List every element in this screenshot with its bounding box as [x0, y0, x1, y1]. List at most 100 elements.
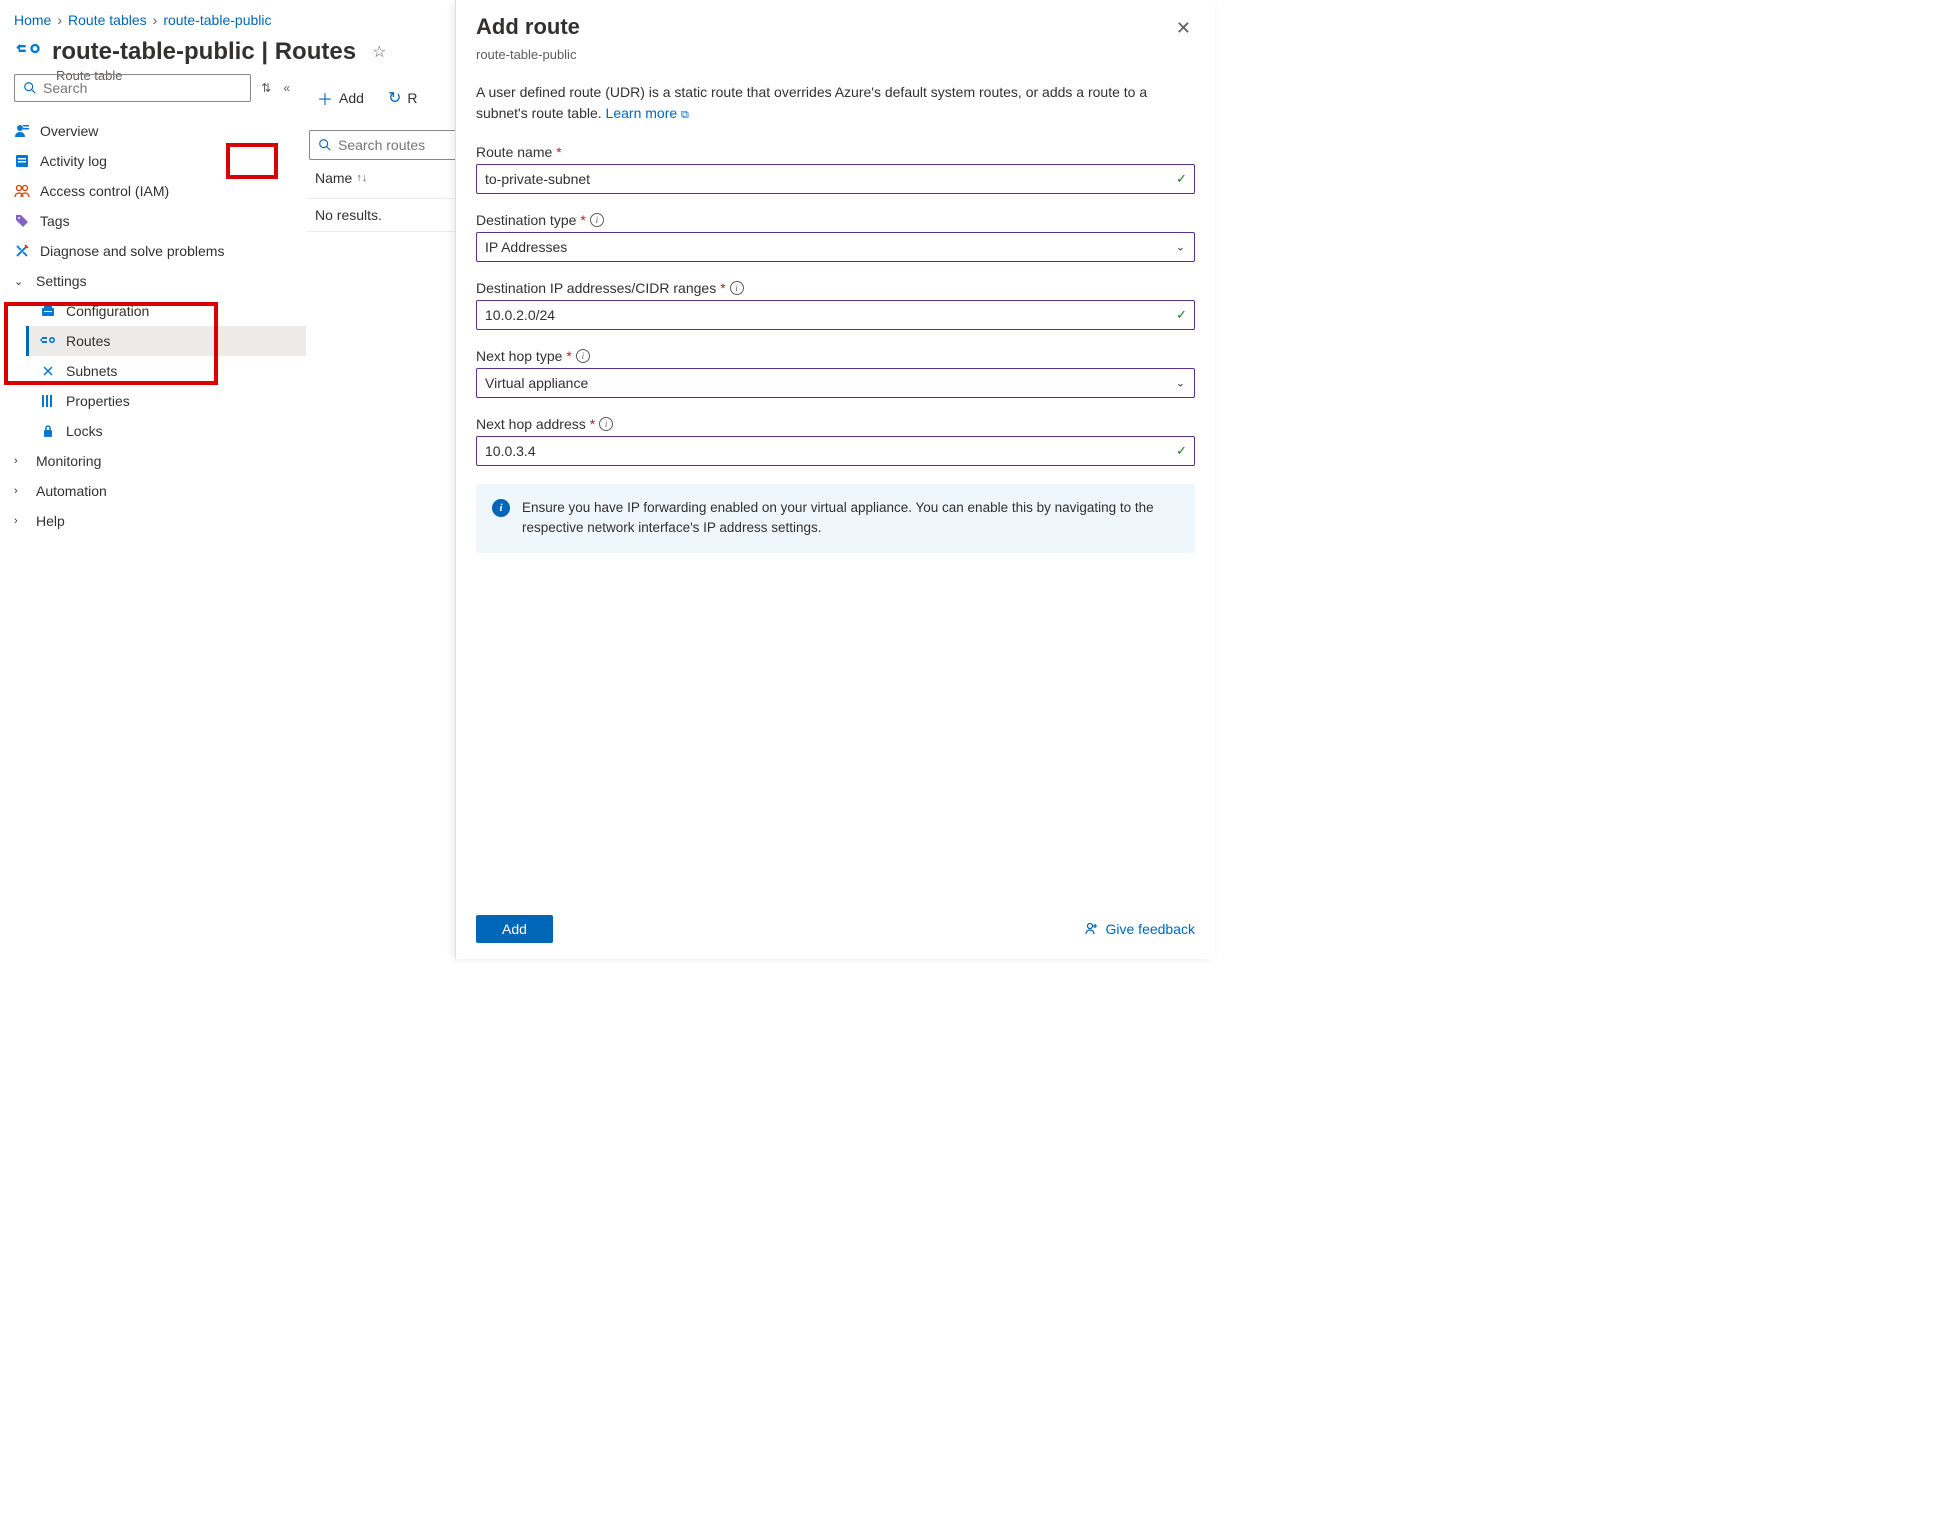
info-icon[interactable]: i — [730, 281, 744, 295]
check-icon: ✓ — [1176, 171, 1187, 187]
destination-type-label: Destination type* i — [476, 212, 1195, 228]
learn-more-link[interactable]: Learn more ⧉ — [606, 105, 689, 121]
nav-access-control[interactable]: Access control (IAM) — [0, 176, 306, 206]
blade-title: Add route — [476, 14, 580, 40]
destination-type-value: IP Addresses — [485, 239, 567, 255]
next-hop-address-label: Next hop address* i — [476, 416, 1195, 432]
add-route-blade: Add route ✕ route-table-public A user de… — [455, 0, 1215, 959]
refresh-icon: ↻ — [388, 88, 401, 108]
refresh-label: R — [407, 90, 417, 106]
diagnose-icon — [14, 243, 30, 259]
route-name-label: Route name* — [476, 144, 1195, 160]
search-icon — [23, 81, 37, 95]
nav-label: Access control (IAM) — [40, 183, 169, 199]
chevron-down-icon: ⌄ — [14, 275, 26, 288]
breadcrumb-route-tables[interactable]: Route tables — [68, 12, 147, 28]
no-results-text: No results. — [315, 207, 382, 223]
destination-type-select[interactable]: IP Addresses — [476, 232, 1195, 262]
destination-cidr-label: Destination IP addresses/CIDR ranges* i — [476, 280, 1195, 296]
nav-group-help[interactable]: › Help — [0, 506, 306, 536]
next-hop-type-label: Next hop type* i — [476, 348, 1195, 364]
nav-properties[interactable]: Properties — [26, 386, 306, 416]
breadcrumb-home[interactable]: Home — [14, 12, 51, 28]
nav-label: Help — [36, 513, 65, 529]
add-label: Add — [339, 90, 364, 106]
refresh-button[interactable]: ↻ R — [378, 82, 428, 114]
subnets-icon — [40, 363, 56, 379]
nav-overview[interactable]: Overview — [0, 116, 306, 146]
breadcrumb-current[interactable]: route-table-public — [163, 12, 271, 28]
info-banner-text: Ensure you have IP forwarding enabled on… — [522, 498, 1179, 539]
add-button[interactable]: ＋ Add — [307, 80, 374, 116]
chevron-right-icon: › — [14, 455, 26, 467]
overview-icon — [14, 123, 30, 139]
chevron-down-icon: ⌄ — [1176, 241, 1185, 254]
nav-label: Tags — [40, 213, 70, 229]
blade-subtitle: route-table-public — [456, 47, 1215, 76]
sort-icon: ↑↓ — [356, 172, 367, 184]
nav-label: Configuration — [66, 303, 149, 319]
expand-icon[interactable]: ⇅ — [259, 79, 273, 97]
nav-label: Automation — [36, 483, 107, 499]
chevron-down-icon: ⌄ — [1176, 377, 1185, 390]
feedback-icon — [1084, 921, 1100, 937]
route-table-resource-icon — [14, 38, 42, 66]
external-link-icon: ⧉ — [681, 109, 689, 121]
col-name-label: Name — [315, 170, 352, 186]
close-icon[interactable]: ✕ — [1172, 14, 1195, 43]
nav-label: Diagnose and solve problems — [40, 243, 224, 259]
breadcrumb-sep: › — [153, 12, 158, 28]
locks-icon — [40, 423, 56, 439]
nav-subnets[interactable]: Subnets — [26, 356, 306, 386]
left-nav: ⇅ « Overview Activity log Access control… — [0, 70, 306, 959]
properties-icon — [40, 393, 56, 409]
info-banner-icon: i — [492, 499, 510, 517]
favorite-star-icon[interactable]: ☆ — [372, 42, 386, 62]
nav-group-settings[interactable]: ⌄ Settings — [0, 266, 306, 296]
nav-diagnose[interactable]: Diagnose and solve problems — [0, 236, 306, 266]
check-icon: ✓ — [1176, 443, 1187, 459]
feedback-label: Give feedback — [1106, 921, 1196, 937]
nav-label: Subnets — [66, 363, 117, 379]
next-hop-type-value: Virtual appliance — [485, 375, 588, 391]
nav-label: Settings — [36, 273, 87, 289]
nav-label: Routes — [66, 333, 110, 349]
blade-description: A user defined route (UDR) is a static r… — [476, 82, 1195, 124]
destination-cidr-input[interactable] — [476, 300, 1195, 330]
page-title: route-table-public | Routes — [52, 38, 356, 66]
nav-group-automation[interactable]: › Automation — [0, 476, 306, 506]
breadcrumb-sep: › — [57, 12, 62, 28]
iam-icon — [14, 183, 30, 199]
nav-routes[interactable]: Routes — [26, 326, 306, 356]
collapse-nav-icon[interactable]: « — [281, 79, 292, 97]
info-icon[interactable]: i — [576, 349, 590, 363]
desc-text: A user defined route (UDR) is a static r… — [476, 84, 1147, 121]
col-name[interactable]: Name ↑↓ — [315, 170, 367, 186]
info-icon[interactable]: i — [590, 213, 604, 227]
plus-icon: ＋ — [317, 86, 333, 110]
next-hop-type-select[interactable]: Virtual appliance — [476, 368, 1195, 398]
nav-label: Properties — [66, 393, 130, 409]
nav-tags[interactable]: Tags — [0, 206, 306, 236]
nav-activity-log[interactable]: Activity log — [0, 146, 306, 176]
add-route-submit-button[interactable]: Add — [476, 915, 553, 943]
tags-icon — [14, 213, 30, 229]
nav-label: Monitoring — [36, 453, 101, 469]
activity-log-icon — [14, 153, 30, 169]
info-banner: i Ensure you have IP forwarding enabled … — [476, 484, 1195, 553]
info-icon[interactable]: i — [599, 417, 613, 431]
nav-search-input[interactable] — [43, 80, 242, 96]
nav-search-box[interactable] — [14, 74, 251, 102]
route-name-input[interactable] — [476, 164, 1195, 194]
routes-icon — [40, 333, 56, 349]
next-hop-address-input[interactable] — [476, 436, 1195, 466]
configuration-icon — [40, 303, 56, 319]
nav-configuration[interactable]: Configuration — [26, 296, 306, 326]
nav-label: Activity log — [40, 153, 107, 169]
nav-group-monitoring[interactable]: › Monitoring — [0, 446, 306, 476]
give-feedback-link[interactable]: Give feedback — [1084, 921, 1196, 937]
chevron-right-icon: › — [14, 515, 26, 527]
search-icon — [318, 138, 332, 152]
nav-locks[interactable]: Locks — [26, 416, 306, 446]
nav-label: Overview — [40, 123, 98, 139]
